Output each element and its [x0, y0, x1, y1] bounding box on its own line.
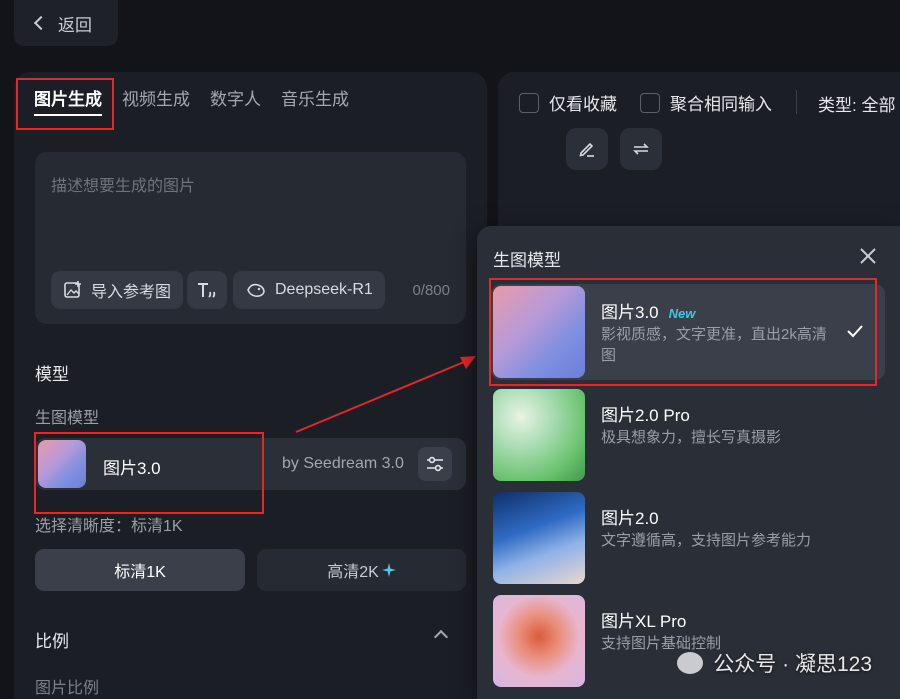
model-option-desc: 文字遵循高，支持图片参考能力 — [601, 532, 812, 549]
model-picker-popup: 生图模型 图片3.0 New 影视质感，文字更准，直出2k高清图 图片2.0 Pr… — [477, 226, 900, 699]
popup-title: 生图模型 — [493, 251, 561, 270]
model-option-desc: 极具想象力，擅长写真摄影 — [601, 429, 782, 446]
model-thumbnail — [493, 389, 585, 481]
model-option-name: 图片2.0 — [601, 509, 659, 528]
model-thumbnail — [493, 492, 585, 584]
model-option-name: 图片XL Pro — [601, 612, 687, 631]
wechat-icon — [677, 652, 704, 674]
model-option-image-2[interactable]: 图片2.0 文字遵循高，支持图片参考能力 — [491, 490, 885, 586]
watermark-text: 公众号 · 凝思123 — [713, 653, 872, 676]
highlight-box-popup — [489, 278, 877, 386]
model-option-image-2-pro[interactable]: 图片2.0 Pro 极具想象力，擅长写真摄影 — [491, 387, 885, 483]
watermark: 公众号 · 凝思123 — [677, 648, 872, 678]
close-icon[interactable] — [858, 246, 878, 266]
model-option-name: 图片2.0 Pro — [601, 406, 690, 425]
model-thumbnail — [493, 595, 585, 687]
